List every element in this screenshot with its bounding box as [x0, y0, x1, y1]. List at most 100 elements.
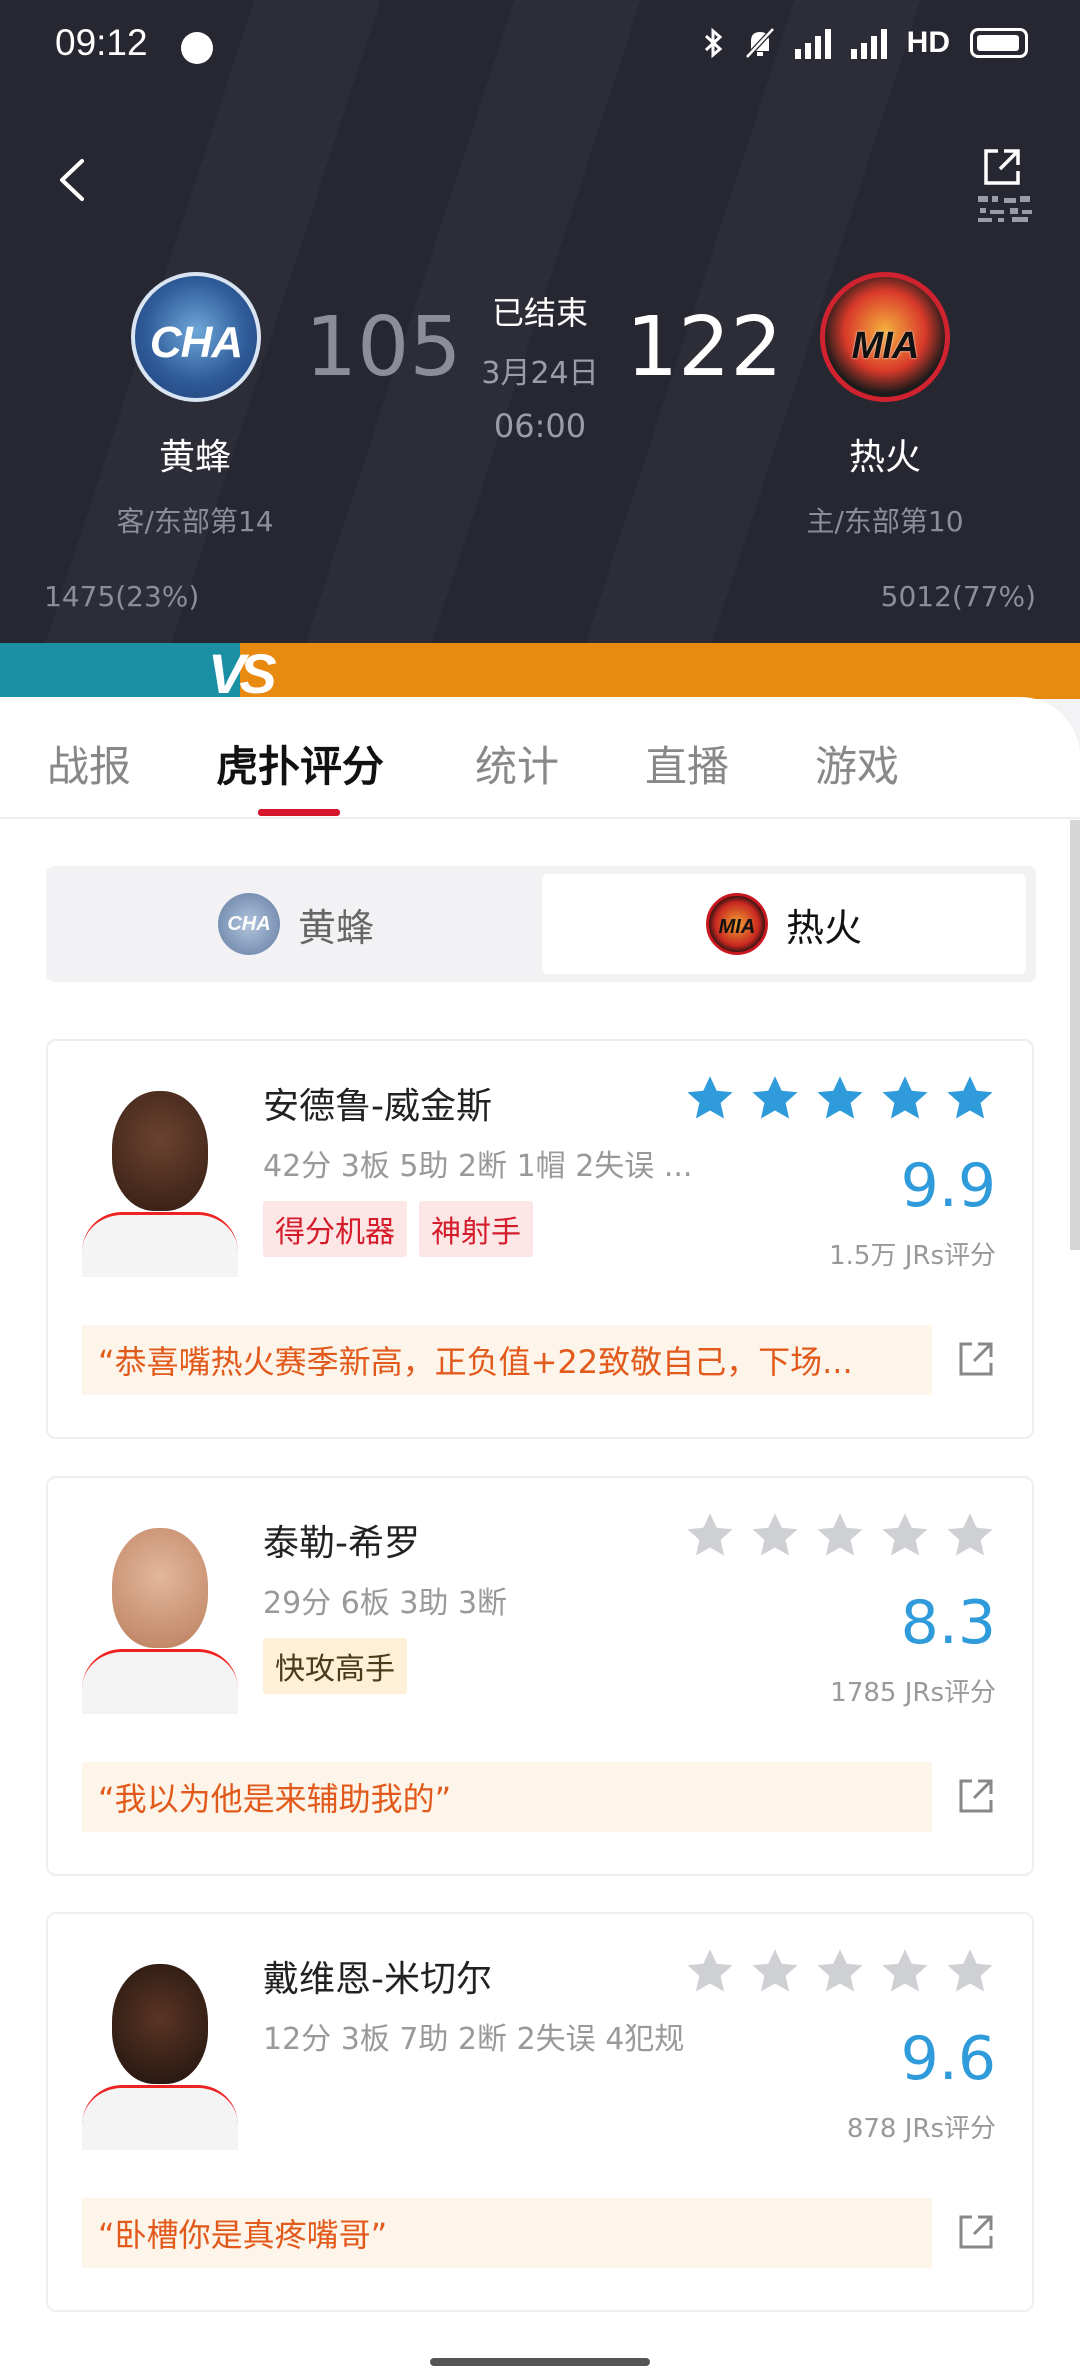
star-icon[interactable]: [879, 1510, 931, 1562]
notification-dot-icon: [181, 32, 213, 64]
status-bar: 09:12 HD: [0, 0, 1080, 92]
share-icon[interactable]: [956, 2212, 996, 2252]
player-name: 戴维恩-米切尔: [263, 1959, 492, 2000]
tab-live[interactable]: 直播: [645, 733, 729, 794]
share-icon[interactable]: [980, 145, 1024, 189]
signal-icon: [850, 27, 887, 59]
player-tags: 得分机器 神射手: [263, 1201, 533, 1257]
home-mini-logo: MIA: [705, 893, 768, 955]
scrollbar[interactable]: [1070, 820, 1080, 1250]
home-votes: 5012(77%): [880, 580, 1036, 613]
star-icon[interactable]: [684, 1510, 736, 1562]
player-avatar: [82, 1514, 238, 1714]
bluetooth-icon: [704, 27, 722, 59]
tab-hupu-rating[interactable]: 虎扑评分: [216, 733, 384, 794]
star-icon[interactable]: [944, 1073, 996, 1125]
game-time: 06:00: [493, 407, 587, 445]
player-head: [112, 1528, 208, 1648]
player-stats: 42分 3板 5助 2断 1帽 2失误 ...: [263, 1149, 693, 1184]
star-icon[interactable]: [879, 1946, 931, 1998]
battery-icon: [970, 28, 1028, 58]
tab-stats[interactable]: 统计: [475, 733, 559, 794]
player-score: 9.9: [900, 1151, 996, 1221]
home-mini-logo-text: MIA: [718, 916, 756, 938]
game-date: 3月24日: [481, 356, 599, 391]
player-stats: 12分 3板 7助 2断 2失误 4犯规: [263, 2022, 685, 2057]
rating-stars[interactable]: [684, 1510, 996, 1562]
star-icon[interactable]: [684, 1946, 736, 1998]
player-tags: 快攻高手: [263, 1638, 407, 1694]
tab-report[interactable]: 战报: [47, 733, 131, 794]
star-icon[interactable]: [814, 1073, 866, 1125]
support-ratio-bar: VS: [0, 642, 1080, 705]
team-switch-away-label: 黄蜂: [297, 905, 374, 950]
player-name: 安德鲁-威金斯: [263, 1086, 492, 1127]
game-status: 已结束: [491, 294, 588, 332]
player-card[interactable]: 戴维恩-米切尔 12分 3板 7助 2断 2失误 4犯规 9.6 878 JRs…: [46, 1912, 1034, 2312]
rating-count: 1.5万 JRs评分: [829, 1241, 996, 1271]
away-team-name: 黄蜂: [158, 437, 231, 478]
player-avatar: [82, 1077, 238, 1277]
player-score: 9.6: [900, 2024, 996, 2094]
star-icon[interactable]: [749, 1510, 801, 1562]
mute-bell-icon: [744, 27, 775, 59]
rating-count: 878 JRs评分: [846, 2114, 996, 2144]
player-stats: 29分 6板 3助 3断: [263, 1586, 508, 1621]
star-icon[interactable]: [944, 1946, 996, 1998]
share-icon[interactable]: [956, 1339, 996, 1379]
player-card[interactable]: 泰勒-希罗 29分 6板 3助 3断 快攻高手 8.3 1785 JRs评分 “…: [46, 1476, 1034, 1876]
home-support-bar: [240, 643, 1080, 699]
game-header: 09:12 HD CHA MIA 105 122 已结束 3月24日 06:00…: [0, 0, 1080, 645]
player-head: [112, 1964, 208, 2084]
team-switcher: CHA 黄蜂 MIA 热火: [46, 866, 1036, 982]
star-icon[interactable]: [814, 1946, 866, 1998]
away-support-bar: [0, 643, 240, 699]
rating-stars[interactable]: [684, 1946, 996, 1998]
player-jersey: [82, 1212, 238, 1277]
star-icon[interactable]: [814, 1510, 866, 1562]
player-tag: 神射手: [419, 1201, 533, 1257]
active-tab-indicator: [258, 809, 340, 816]
player-score: 8.3: [900, 1588, 996, 1658]
star-icon[interactable]: [684, 1073, 736, 1125]
player-tag: 得分机器: [263, 1201, 407, 1257]
star-icon[interactable]: [944, 1510, 996, 1562]
top-comment[interactable]: “我以为他是来辅助我的”: [82, 1762, 932, 1832]
signal-icon: [794, 27, 831, 59]
status-icons: HD: [703, 26, 1028, 60]
home-score: 122: [626, 300, 783, 395]
rating-count: 1785 JRs评分: [830, 1678, 996, 1708]
home-team-rank: 主/东部第10: [806, 505, 964, 538]
player-jersey: [82, 2085, 238, 2150]
away-team-rank: 客/东部第14: [116, 505, 274, 538]
away-mini-logo: CHA: [217, 893, 280, 955]
team-switch-home-label: 热火: [785, 905, 862, 950]
back-arrow-icon[interactable]: [52, 155, 92, 205]
away-team-logo-text: CHA: [149, 318, 243, 367]
player-jersey: [82, 1649, 238, 1714]
star-icon[interactable]: [879, 1073, 931, 1125]
away-mini-logo-text: CHA: [227, 913, 271, 935]
team-switch-home[interactable]: MIA 热火: [542, 874, 1026, 974]
rating-stars[interactable]: [684, 1073, 996, 1125]
away-score: 105: [305, 300, 462, 395]
network-type: HD: [906, 26, 950, 59]
tab-games[interactable]: 游戏: [815, 733, 899, 794]
home-team-logo-text: MIA: [851, 325, 920, 367]
top-comment[interactable]: “恭喜嘴热火赛季新高，正负值+22致敬自己，下场...: [82, 1325, 932, 1395]
top-comment[interactable]: “卧槽你是真疼嘴哥”: [82, 2198, 932, 2268]
status-time: 09:12: [55, 22, 148, 63]
qr-code-icon[interactable]: [976, 194, 1036, 224]
share-icon[interactable]: [956, 1776, 996, 1816]
home-indicator[interactable]: [430, 2358, 650, 2366]
player-head: [112, 1091, 208, 1211]
home-team-name: 热火: [848, 437, 921, 478]
star-icon[interactable]: [749, 1946, 801, 1998]
player-avatar: [82, 1950, 238, 2150]
star-icon[interactable]: [749, 1073, 801, 1125]
player-card[interactable]: 安德鲁-威金斯 42分 3板 5助 2断 1帽 2失误 ... 得分机器 神射手…: [46, 1039, 1034, 1439]
away-team-logo[interactable]: CHA: [131, 272, 261, 402]
player-name: 泰勒-希罗: [263, 1523, 420, 1564]
team-switch-away[interactable]: CHA 黄蜂: [54, 874, 538, 974]
home-team-logo[interactable]: MIA: [820, 272, 950, 402]
